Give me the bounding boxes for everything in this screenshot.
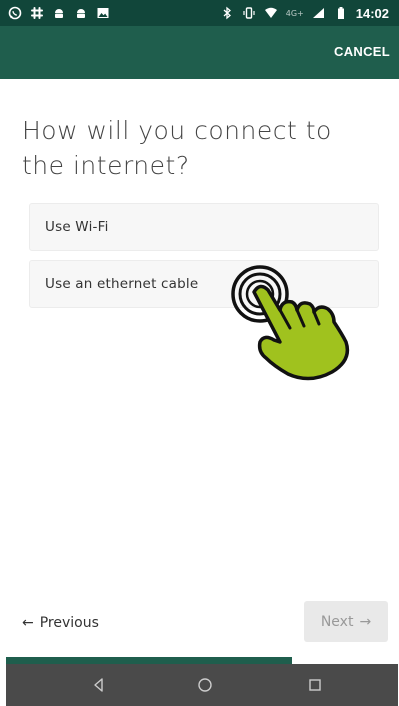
vibrate-icon [243,7,255,19]
slack-icon [31,7,43,19]
previous-label: Previous [39,615,99,631]
system-nav-bar [6,664,398,706]
arrow-left-icon: ← [22,615,34,631]
next-button[interactable]: Next → [304,601,388,642]
signal-4g-icon [312,8,324,18]
image-icon [97,8,109,18]
progress-bar [6,657,398,664]
android-icon [55,9,63,18]
option-label: Use an ethernet cable [45,276,199,292]
status-bar-notifications [0,6,110,20]
home-icon[interactable] [196,676,214,694]
tap-hand-icon [231,265,350,381]
arrow-right-icon: → [359,613,372,630]
page-title: How will you connect to the internet? [22,116,332,180]
bluetooth-icon [223,6,231,20]
android-icon [77,9,85,18]
next-label: Next [320,613,354,630]
battery-icon [337,7,344,19]
progress-fill [6,657,293,664]
network-type-label: 4G+ [285,8,304,18]
whatsapp-icon [8,6,22,20]
previous-button[interactable]: ← Previous [22,612,99,634]
status-bar-system: 4G+ 14:02 [220,6,399,21]
status-time: 14:02 [355,5,389,21]
recents-icon[interactable] [306,676,324,694]
app-bar: CANCEL [0,26,399,79]
option-use-wifi[interactable]: Use Wi-Fi [29,203,379,251]
option-label: Use Wi-Fi [45,219,109,235]
back-icon[interactable] [90,676,108,694]
status-bar: 4G+ 14:02 [0,0,399,26]
cancel-button[interactable]: CANCEL [334,44,390,59]
wifi-icon [264,7,277,18]
